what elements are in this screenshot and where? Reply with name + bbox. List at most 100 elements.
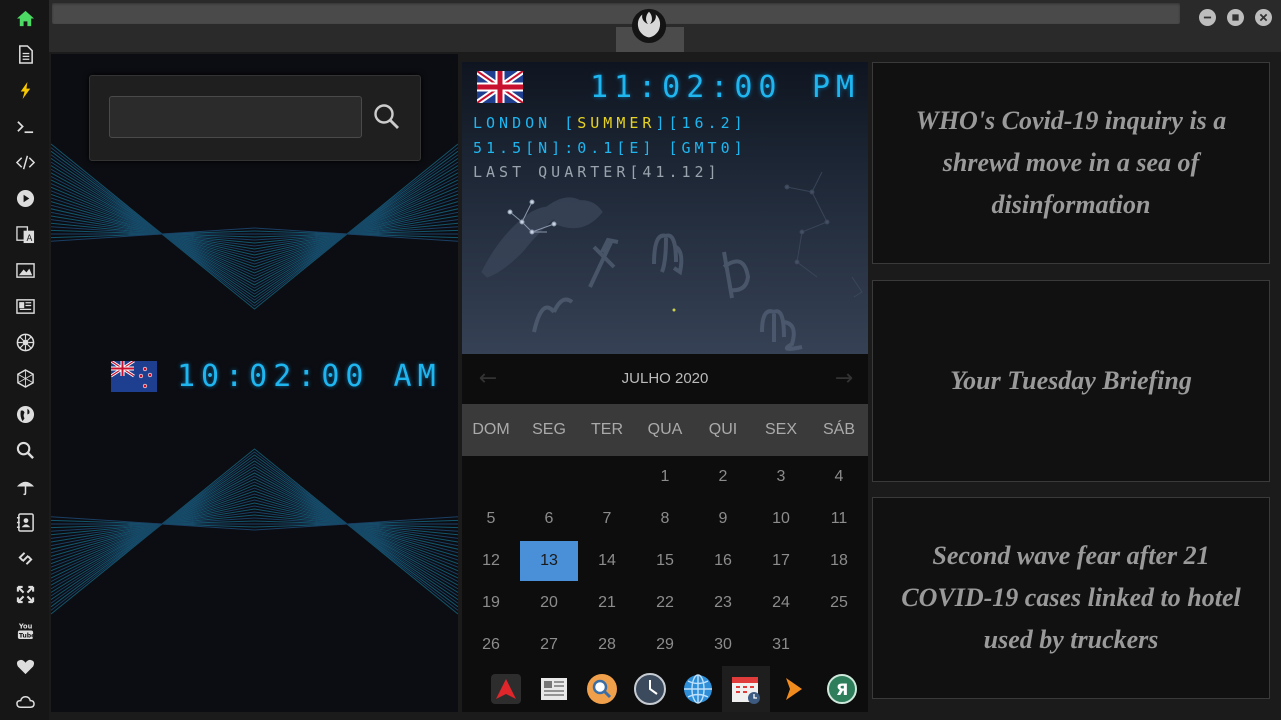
calendar-grid: 1 2 3 4 5 6 7 8 9 10 11 12 13 14 15 16 17 18 19 20 21 22 23 24 2… [462, 456, 868, 666]
uk-time: 11:02:00 [590, 70, 783, 105]
calendar-day[interactable]: 23 [694, 582, 752, 624]
expand-icon[interactable] [13, 582, 37, 606]
calendar-day[interactable]: 2 [694, 456, 752, 498]
maximize-button[interactable] [1227, 9, 1244, 26]
calendar-day[interactable]: 3 [752, 456, 810, 498]
next-month-button[interactable]: → [832, 367, 856, 391]
search-button[interactable] [370, 100, 404, 134]
location-prefix: LONDON [ [473, 114, 578, 132]
calendar-app-icon[interactable] [722, 666, 770, 712]
address-bar[interactable] [52, 3, 1180, 24]
calendar-day[interactable]: 4 [810, 456, 868, 498]
calendar-day[interactable]: 28 [578, 624, 636, 666]
calendar-empty-cell [520, 456, 578, 498]
minimize-button[interactable] [1199, 9, 1216, 26]
terminal-icon[interactable] [13, 114, 37, 138]
chevron-line [51, 227, 458, 242]
search-app-icon[interactable] [578, 666, 626, 712]
translate-icon[interactable]: A [13, 222, 37, 246]
calendar-day[interactable]: 12 [462, 540, 520, 582]
calendar-day[interactable]: 31 [752, 624, 810, 666]
top-bar [49, 0, 1281, 52]
nz-time: 10:02:00 AM [177, 359, 442, 394]
calendar-header: ← JULHO 2020 → [462, 354, 868, 404]
weekday-label: QUA [647, 421, 683, 438]
link-icon[interactable] [13, 546, 37, 570]
news-card[interactable]: Second wave fear after 21 COVID-19 cases… [872, 497, 1270, 699]
search-input[interactable] [109, 96, 362, 138]
arch-icon[interactable] [482, 666, 530, 712]
calendar-day[interactable]: 21 [578, 582, 636, 624]
united-kingdom-flag [477, 71, 523, 103]
arrow-app-icon[interactable] [770, 666, 818, 712]
nz-clock: 10:02:00 AM [111, 359, 442, 394]
image-icon[interactable] [13, 258, 37, 282]
empire-icon[interactable] [13, 330, 37, 354]
calendar-day[interactable]: 18 [810, 540, 868, 582]
calendar-empty-cell [578, 456, 636, 498]
calendar-day[interactable]: 13 [520, 541, 578, 581]
newspaper-icon[interactable] [530, 666, 578, 712]
calendar-day[interactable]: 16 [694, 540, 752, 582]
calendar-day[interactable]: 10 [752, 498, 810, 540]
code-icon[interactable] [13, 150, 37, 174]
calendar-day[interactable]: 14 [578, 540, 636, 582]
calendar-empty-cell [810, 624, 868, 666]
new-zealand-flag [111, 361, 157, 392]
chevron-line [51, 516, 458, 531]
search-icon [374, 104, 399, 129]
chevron-line [51, 481, 458, 575]
hexagon-icon[interactable] [13, 366, 37, 390]
calendar-day[interactable]: 9 [694, 498, 752, 540]
news-icon[interactable] [13, 294, 37, 318]
calendar-day[interactable]: 25 [810, 582, 868, 624]
youtube-icon[interactable]: You Tube [13, 618, 37, 642]
location-suffix: ][16.2] [655, 114, 747, 132]
zodiac-sky: 11:02:00 PM LONDON [SUMMER][16.2] 51.5[N… [462, 62, 868, 354]
calendar-day[interactable]: 22 [636, 582, 694, 624]
news-headline: WHO's Covid-19 inquiry is a shrewd move … [915, 106, 1227, 219]
cloud-icon[interactable] [13, 690, 37, 714]
calendar-day[interactable]: 20 [520, 582, 578, 624]
moon-phase-line: LAST QUARTER[41.12] [473, 163, 721, 181]
svg-text:Tube: Tube [18, 632, 34, 639]
calendar-day[interactable]: 24 [752, 582, 810, 624]
calendar-day[interactable]: 26 [462, 624, 520, 666]
umbrella-icon[interactable] [13, 474, 37, 498]
chevron-line [51, 183, 458, 277]
calendar-day[interactable]: 30 [694, 624, 752, 666]
document-icon[interactable] [13, 42, 37, 66]
news-card[interactable]: Your Tuesday Briefing [872, 280, 1270, 482]
contacts-icon[interactable] [13, 510, 37, 534]
heart-icon[interactable] [13, 654, 37, 678]
clock-app-icon[interactable] [626, 666, 674, 712]
play-icon[interactable] [13, 186, 37, 210]
calendar-day[interactable]: 1 [636, 456, 694, 498]
weekday-label: TER [591, 421, 623, 438]
rebel-alliance-icon [631, 8, 667, 44]
lightning-icon[interactable] [13, 78, 37, 102]
weekday-label: SEX [764, 421, 797, 438]
calendar-day[interactable]: 27 [520, 624, 578, 666]
calendar-day[interactable]: 11 [810, 498, 868, 540]
globe-app-icon[interactable] [674, 666, 722, 712]
world-clock-calendar-panel: 11:02:00 PM LONDON [SUMMER][16.2] 51.5[N… [462, 62, 868, 712]
calendar-day[interactable]: 29 [636, 624, 694, 666]
calendar-day[interactable]: 7 [578, 498, 636, 540]
calendar-day[interactable]: 19 [462, 582, 520, 624]
close-button[interactable] [1255, 9, 1272, 26]
calendar-day[interactable]: 8 [636, 498, 694, 540]
home-icon[interactable] [13, 6, 37, 30]
svg-text:Я: Я [836, 680, 848, 699]
weekday-header: DOM SEG TER QUA QUI SEX SÁB [462, 404, 868, 456]
calendar-day[interactable]: 5 [462, 498, 520, 540]
news-card[interactable]: WHO's Covid-19 inquiry is a shrewd move … [872, 62, 1270, 264]
app-dock: Я [462, 666, 868, 712]
globe-icon[interactable] [13, 402, 37, 426]
weekday-label: QUI [708, 421, 738, 438]
calendar-day[interactable]: 17 [752, 540, 810, 582]
calendar-day[interactable]: 6 [520, 498, 578, 540]
yandex-icon[interactable]: Я [818, 666, 866, 712]
search-icon[interactable] [13, 438, 37, 462]
calendar-day[interactable]: 15 [636, 540, 694, 582]
